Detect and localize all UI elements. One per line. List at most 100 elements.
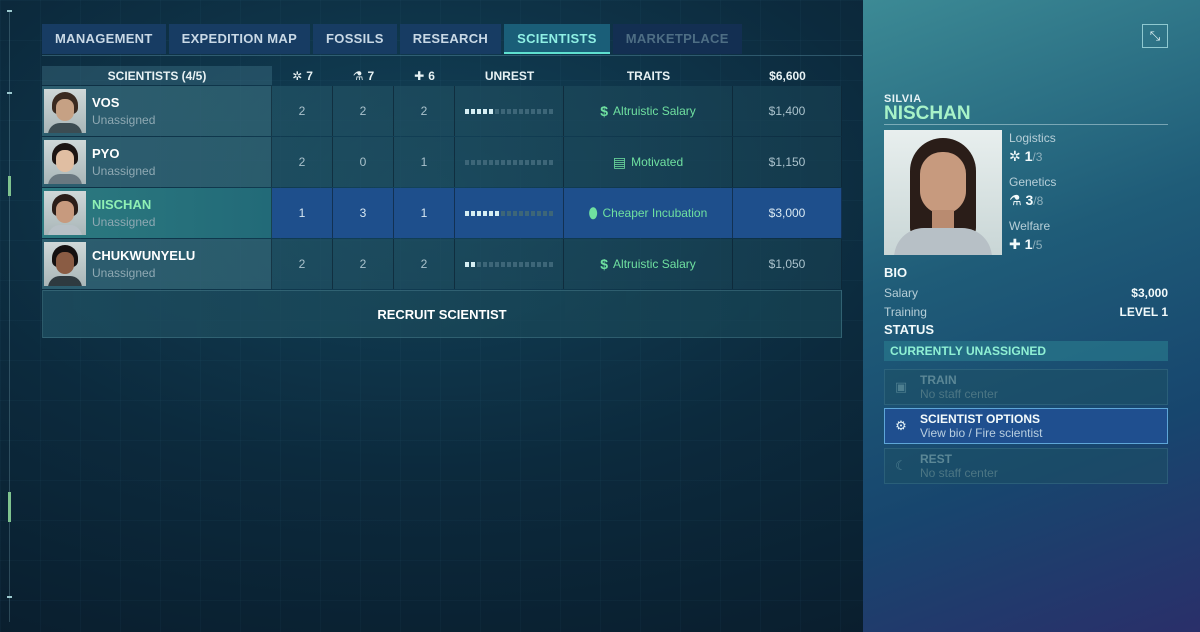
egg-icon: ⬮	[588, 204, 598, 221]
scientist-options-button[interactable]: ⚙ SCIENTIST OPTIONS View bio / Fire scien…	[884, 408, 1168, 444]
unrest-segment	[549, 159, 553, 165]
unrest-segment	[471, 210, 475, 216]
stat-max: /5	[1032, 238, 1043, 252]
scientist-detail-panel: ⤡ SILVIA NISCHAN Logistics ✲ 1/3 Genetic…	[863, 0, 1200, 632]
header-unrest: UNREST	[484, 68, 535, 83]
avatar	[44, 191, 86, 235]
scientist-name: PYO	[92, 146, 120, 161]
header-logistics: ✲ 7	[272, 66, 333, 85]
unrest-segment	[471, 261, 475, 267]
flask-icon: ⚗	[352, 68, 364, 83]
header-genetics: ⚗ 7	[333, 66, 394, 85]
trait-label: Cheaper Incubation	[602, 206, 708, 220]
scientist-row-pyo[interactable]: PYO Unassigned 2 0 1 ▤ Motivated $1,150	[42, 137, 842, 187]
recruit-scientist-button[interactable]: RECRUIT SCIENTIST	[42, 290, 842, 338]
unrest-segment	[501, 108, 505, 114]
avatar	[44, 140, 86, 184]
salary-value: $3,000	[1131, 286, 1168, 300]
unrest-segment	[549, 210, 553, 216]
unrest-segment	[483, 210, 487, 216]
status-badge: CURRENTLY UNASSIGNED	[884, 341, 1168, 361]
option-subtitle: View bio / Fire scientist	[920, 426, 1043, 440]
unrest-segment	[519, 261, 523, 267]
scientist-row-chukwunyelu[interactable]: CHUKWUNYELU Unassigned 2 2 2 $ Altruistic …	[42, 239, 842, 289]
unrest-segment	[507, 261, 511, 267]
unrest-segment	[477, 261, 481, 267]
scientist-portrait	[884, 130, 1002, 255]
unrest-segment	[495, 261, 499, 267]
stat-label: Genetics	[1009, 175, 1057, 189]
avatar	[44, 89, 86, 133]
tabs-divider	[42, 55, 862, 56]
header-scientists: SCIENTISTS (4/5)	[42, 66, 272, 85]
unrest-segment	[537, 108, 541, 114]
bio-title: BIO	[884, 265, 908, 280]
table-header: SCIENTISTS (4/5) ✲ 7 ⚗ 7 ✚ 6 UNREST TRAITS …	[42, 66, 842, 85]
scientist-status: Unassigned	[92, 164, 156, 178]
scientists-table: SCIENTISTS (4/5) ✲ 7 ⚗ 7 ✚ 6 UNREST TRAITS …	[42, 66, 842, 338]
training-label: Training	[884, 305, 927, 319]
cross-icon: ✚	[1009, 236, 1021, 252]
salary-value: $1,050	[733, 239, 842, 289]
unrest-segment	[495, 108, 499, 114]
unrest-bar	[465, 261, 553, 267]
unrest-segment	[507, 210, 511, 216]
stat-max: /3	[1032, 150, 1043, 164]
option-title: REST	[920, 452, 953, 466]
tab-management[interactable]: MANAGEMENT	[42, 24, 166, 54]
tab-fossils[interactable]: FOSSILS	[313, 24, 397, 54]
unrest-segment	[477, 159, 481, 165]
main-tabs: MANAGEMENT EXPEDITION MAP FOSSILS RESEAR…	[42, 24, 742, 54]
unrest-segment	[531, 108, 535, 114]
genetics-value: 2	[333, 239, 394, 289]
unrest-segment	[513, 210, 517, 216]
stat-max: /8	[1033, 194, 1044, 208]
unrest-segment	[483, 261, 487, 267]
unrest-segment	[519, 210, 523, 216]
welfare-value: 1	[394, 188, 455, 238]
unrest-segment	[525, 159, 529, 165]
scientist-status: Unassigned	[92, 215, 156, 229]
welfare-value: 2	[394, 239, 455, 289]
tab-research[interactable]: RESEARCH	[399, 24, 502, 54]
scientist-row-nischan[interactable]: NISCHAN Unassigned 1 3 1 ⬮ Cheaper Incubat…	[42, 188, 842, 238]
salary-value: $1,150	[733, 137, 842, 187]
stat-label: Welfare	[1009, 219, 1051, 233]
scientist-row-vos[interactable]: VOS Unassigned 2 2 2 $ Altruistic Salary $…	[42, 86, 842, 136]
genetics-value: 2	[333, 86, 394, 136]
rest-button[interactable]: ☾ REST No staff center	[884, 448, 1168, 484]
header-genetics-total: 7	[367, 68, 375, 83]
logistics-value: 2	[272, 137, 333, 187]
unrest-segment	[501, 261, 505, 267]
training-value: LEVEL 1	[1119, 305, 1168, 319]
header-logistics-total: 7	[306, 68, 313, 83]
unrest-segment	[471, 159, 475, 165]
tab-marketplace[interactable]: MARKETPLACE	[612, 24, 742, 54]
unrest-segment	[537, 210, 541, 216]
tab-scientists[interactable]: SCIENTISTS	[504, 24, 610, 54]
scientist-status: Unassigned	[92, 113, 156, 127]
expand-button[interactable]: ⤡	[1142, 24, 1168, 48]
unrest-segment	[543, 159, 547, 165]
unrest-bar	[465, 210, 553, 216]
unrest-segment	[525, 108, 529, 114]
tab-expedition-map[interactable]: EXPEDITION MAP	[168, 24, 311, 54]
name-divider	[884, 124, 1168, 125]
stat-label: Logistics	[1009, 131, 1056, 145]
header-cost-total: $6,600	[769, 68, 806, 83]
salary-value: $1,400	[733, 86, 842, 136]
unrest-segment	[531, 210, 535, 216]
gear-icon: ✲	[292, 68, 303, 83]
rest-icon: ☾	[895, 458, 907, 473]
unrest-segment	[507, 108, 511, 114]
unrest-bar	[465, 159, 553, 165]
scientist-name: VOS	[92, 95, 120, 110]
left-rail	[7, 0, 12, 632]
unrest-segment	[537, 261, 541, 267]
trait-label: Motivated	[631, 155, 684, 169]
option-subtitle: No staff center	[920, 466, 998, 480]
train-button[interactable]: ▣ TRAIN No staff center	[884, 369, 1168, 405]
stat-welfare: Welfare ✚ 1/5	[1009, 219, 1056, 263]
unrest-segment	[501, 159, 505, 165]
scientist-stats: Logistics ✲ 1/3 Genetics ⚗ 3/8 Welfare ✚…	[1009, 131, 1056, 263]
